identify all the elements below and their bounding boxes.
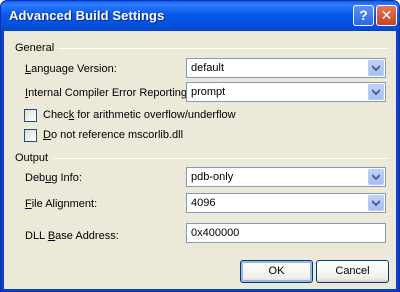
language-version-label: Language Version: [25,63,117,75]
dialog-body: General Language Version: default Intern… [4,31,396,289]
compiler-error-reporting-value: prompt [191,86,226,98]
output-divider [54,158,388,159]
compiler-error-reporting-label: Internal Compiler Error Reporting: [25,87,191,99]
help-icon: ? [359,7,368,23]
close-icon: ✕ [380,7,393,23]
chevron-down-icon[interactable] [368,169,384,185]
language-version-value: default [191,62,225,74]
check-overflow-checkbox[interactable] [24,109,37,122]
cancel-button[interactable]: Cancel [316,260,389,283]
file-alignment-label: File Alignment: [25,198,98,210]
compiler-error-reporting-select[interactable]: prompt [186,82,386,102]
close-button[interactable]: ✕ [376,5,397,26]
debug-info-value: pdb-only [191,171,234,183]
debug-info-select[interactable]: pdb-only [186,167,386,187]
chevron-down-icon[interactable] [368,195,384,211]
dll-base-address-label: DLL Base Address: [25,230,119,242]
file-alignment-select[interactable]: 4096 [186,193,386,213]
general-group-label: General [15,42,55,54]
language-version-select[interactable]: default [186,58,386,78]
chevron-down-icon[interactable] [368,60,384,76]
dll-base-address-value: 0x400000 [191,227,240,239]
dialog-window: Advanced Build Settings ? ✕ General Lang… [0,0,400,292]
general-divider [58,48,388,49]
ok-button[interactable]: OK [240,260,313,283]
no-mscorlib-checkbox[interactable] [24,129,37,142]
check-overflow-label[interactable]: Check for arithmetic overflow/underflow [43,109,236,121]
dll-base-address-input[interactable]: 0x400000 [186,223,386,243]
title-bar[interactable]: Advanced Build Settings ? ✕ [1,1,399,31]
no-mscorlib-label[interactable]: Do not reference mscorlib.dll [43,129,183,141]
dialog-title: Advanced Build Settings [9,8,165,23]
debug-info-label: Debug Info: [25,172,82,184]
help-button[interactable]: ? [353,5,374,26]
chevron-down-icon[interactable] [368,84,384,100]
output-group-label: Output [15,152,49,164]
file-alignment-value: 4096 [191,197,216,209]
